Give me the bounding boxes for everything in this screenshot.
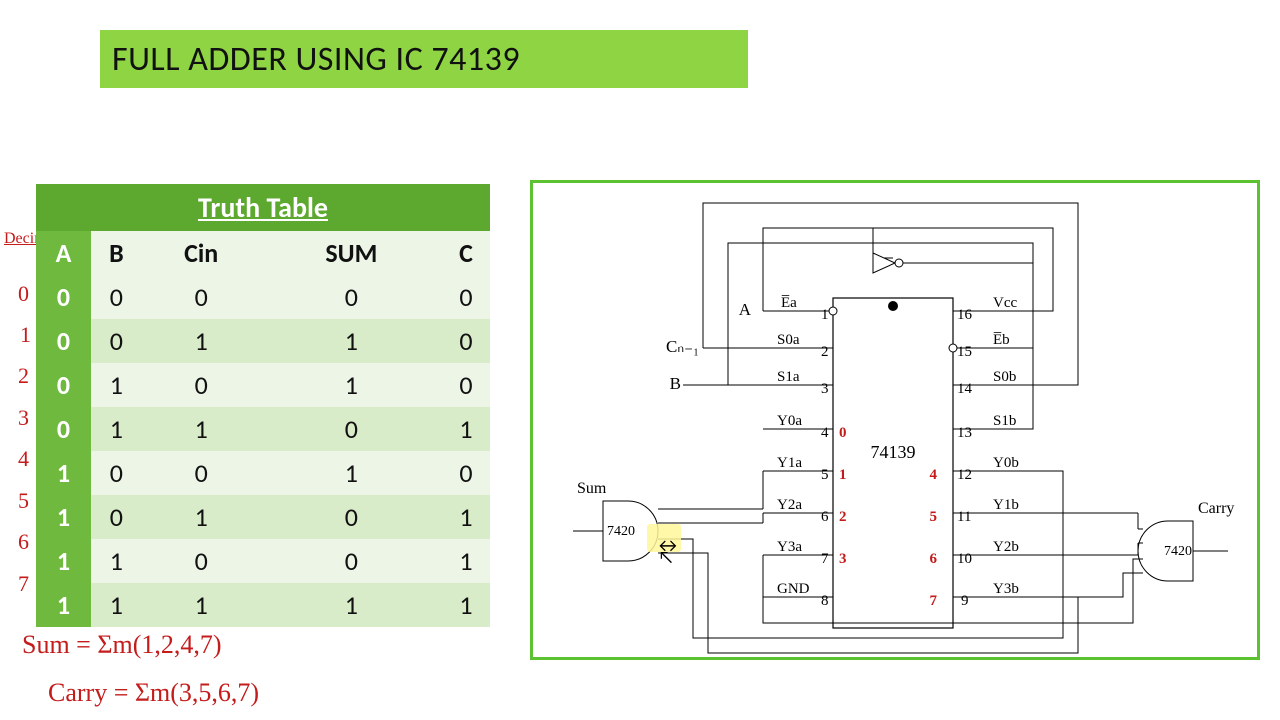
th-C: C xyxy=(442,231,490,275)
pin-Ea: E̅a xyxy=(781,295,797,311)
pin-S1b: S1b xyxy=(993,413,1016,429)
pin-9: 9 xyxy=(961,593,969,609)
hand-row-7: 7 xyxy=(18,571,29,597)
pin-Y2a: Y2a xyxy=(777,497,802,513)
table-row: 1 1 1 1 1 xyxy=(36,583,490,627)
th-Cin: Cin xyxy=(142,231,261,275)
pin-14: 14 xyxy=(957,381,973,397)
th-SUM: SUM xyxy=(261,231,442,275)
hand-eq-carry: Carry = Σm(3,5,6,7) xyxy=(48,678,259,708)
hand-row-6: 6 xyxy=(18,529,29,555)
pin-10: 10 xyxy=(957,551,972,567)
pin-7: 7 xyxy=(821,551,829,567)
table-row: 0 0 0 0 0 xyxy=(36,275,490,319)
input-A: A xyxy=(739,300,752,319)
pin-S1a: S1a xyxy=(777,369,800,385)
pin-15: 15 xyxy=(957,344,972,360)
pin-Y2b: Y2b xyxy=(993,539,1019,555)
pin-Y3b: Y3b xyxy=(993,581,1019,597)
pin-red-6: 6 xyxy=(930,551,938,567)
pin-red-2: 2 xyxy=(839,509,847,525)
table-row: 1 0 0 1 0 xyxy=(36,451,490,495)
pin-red-3: 3 xyxy=(839,551,847,567)
input-B: B xyxy=(670,374,681,393)
hand-row-2: 2 xyxy=(18,363,29,389)
pin-S0b: S0b xyxy=(993,369,1016,385)
pin-Vcc: Vcc xyxy=(993,295,1017,311)
table-row: 0 0 1 1 0 xyxy=(36,319,490,363)
pin-GND: GND xyxy=(777,581,810,597)
table-row: 0 1 1 0 1 xyxy=(36,407,490,451)
pin-16: 16 xyxy=(957,307,973,323)
pin-Y1b: Y1b xyxy=(993,497,1019,513)
pin-Y1a: Y1a xyxy=(777,455,802,471)
pin-4: 4 xyxy=(821,425,829,441)
pin-Y0a: Y0a xyxy=(777,413,802,429)
pin-red-4: 4 xyxy=(930,467,938,483)
input-Cn: Cₙ₋₁ xyxy=(666,337,699,356)
pin-13: 13 xyxy=(957,425,972,441)
pin-red-1: 1 xyxy=(839,467,847,483)
table-row: 0 1 0 1 0 xyxy=(36,363,490,407)
sum-label: Sum xyxy=(577,480,607,497)
hand-eq-sum: Sum = Σm(1,2,4,7) xyxy=(22,630,222,660)
gate-left: 7420 xyxy=(607,524,635,539)
slide-title: FULL ADDER USING IC 74139 xyxy=(100,30,748,88)
pin-5: 5 xyxy=(821,467,829,483)
table-row: 1 0 1 0 1 xyxy=(36,495,490,539)
th-B: B xyxy=(91,231,142,275)
truth-table: Truth Table A B Cin SUM C 0 0 0 0 0 0 0 … xyxy=(36,184,490,627)
truth-table-container: Truth Table A B Cin SUM C 0 0 0 0 0 0 0 … xyxy=(36,184,490,627)
pin-6: 6 xyxy=(821,509,829,525)
pin-red-0: 0 xyxy=(839,425,847,441)
pin-red-5: 5 xyxy=(930,509,938,525)
pin-8: 8 xyxy=(821,593,829,609)
pin-11: 11 xyxy=(957,509,971,525)
carry-label: Carry xyxy=(1198,500,1234,517)
table-row: 1 1 0 0 1 xyxy=(36,539,490,583)
pin-red-7: 7 xyxy=(930,593,938,609)
pin-12: 12 xyxy=(957,467,972,483)
hand-row-1: 1 xyxy=(20,322,31,348)
hand-row-4: 4 xyxy=(18,446,29,472)
pin-3: 3 xyxy=(821,381,829,397)
cursor-arrow-icon: ↖ xyxy=(658,546,674,568)
pin-Y3a: Y3a xyxy=(777,539,802,555)
th-A: A xyxy=(36,231,91,275)
pin-2: 2 xyxy=(821,344,829,360)
ic-label: 74139 xyxy=(871,442,916,462)
hand-row-0: 0 xyxy=(18,281,29,307)
hand-row-3: 3 xyxy=(18,405,29,431)
circuit-diagram: 74139 E̅a 1 S0a 2 S1a 3 Y0a 4 0 Y1a 5 1 … xyxy=(530,180,1260,660)
pin-Eb: E̅b xyxy=(993,332,1010,348)
hand-row-5: 5 xyxy=(18,488,29,514)
gate-right: 7420 xyxy=(1164,544,1192,559)
pin-1: 1 xyxy=(821,307,829,323)
pin-S0a: S0a xyxy=(777,332,800,348)
truth-table-caption: Truth Table xyxy=(36,184,490,231)
pin-Y0b: Y0b xyxy=(993,455,1019,471)
